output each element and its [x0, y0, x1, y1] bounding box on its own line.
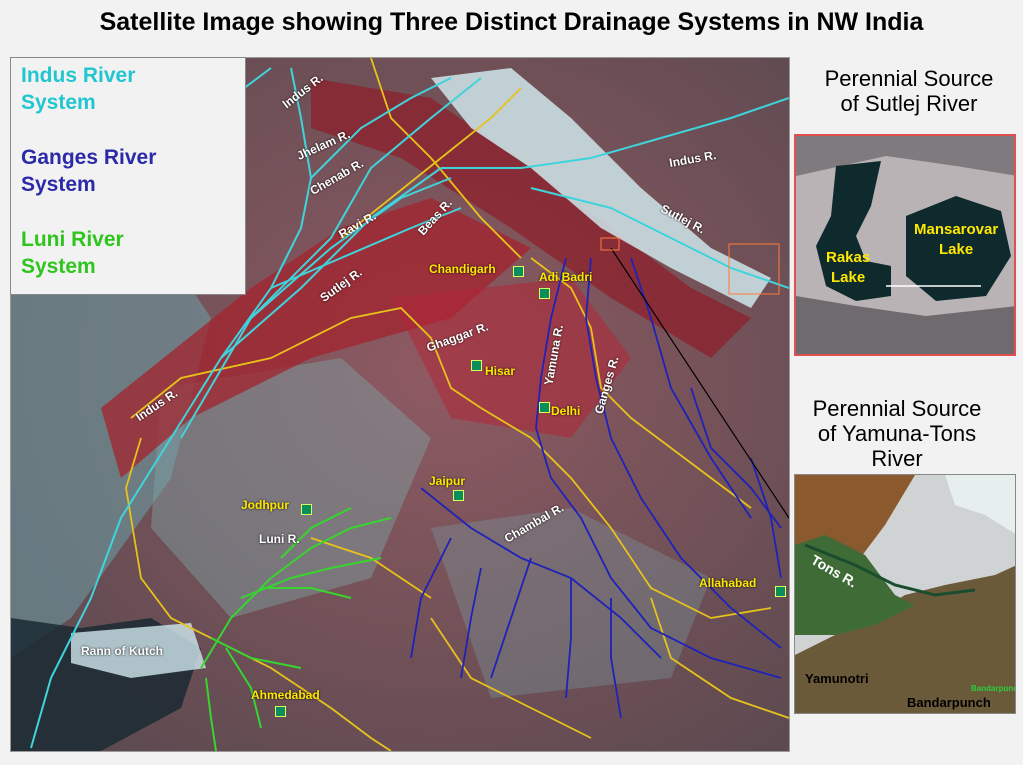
label-ahmedabad: Ahmedabad: [251, 688, 320, 702]
label-delhi: Delhi: [551, 404, 581, 418]
legend-box: Indus River System Ganges River System L…: [10, 57, 246, 295]
label-luni: Luni R.: [259, 532, 300, 546]
mansarovar-lake-label: Mansarovar Lake: [914, 221, 999, 258]
sutlej-caption: Perennial Source of Sutlej River: [824, 66, 994, 116]
legend-ganges: Ganges River System: [21, 146, 157, 196]
yamunotri-label: Yamunotri: [805, 671, 869, 686]
rakas-lake-label: Rakas Lake: [826, 249, 871, 286]
marker-jodhpur: [301, 504, 312, 515]
label-jaipur: Jaipur: [429, 474, 466, 488]
legend-indus: Indus River System: [21, 64, 136, 114]
label-chandigarh: Chandigarh: [429, 262, 496, 276]
label-allahabad: Allahabad: [699, 576, 757, 590]
label-adi-badri: Adi Badri: [539, 270, 593, 284]
marker-hisar: [471, 360, 482, 371]
marker-delhi: [539, 402, 550, 413]
marker-ahmedabad: [275, 706, 286, 717]
yamuna-caption: Perennial Source of Yamuna-Tons River: [812, 396, 982, 471]
bandarpunch-small-label: Bandarpunch: [971, 684, 1015, 693]
legend-luni: Luni River System: [21, 228, 124, 278]
sutlej-inset-image: Rakas Lake Mansarovar Lake: [794, 134, 1016, 356]
marker-adi-badri: [539, 288, 550, 299]
page-title: Satellite Image showing Three Distinct D…: [99, 8, 924, 36]
label-rann-of-kutch: Rann of Kutch: [81, 644, 163, 658]
marker-jaipur: [453, 490, 464, 501]
label-hisar: Hisar: [485, 364, 516, 378]
yamuna-inset-image: Tons R. Yamunotri Bandarpunch Bandarpunc…: [794, 474, 1016, 714]
marker-allahabad: [775, 586, 786, 597]
marker-chandigarh: [513, 266, 524, 277]
label-jodhpur: Jodhpur: [241, 498, 289, 512]
